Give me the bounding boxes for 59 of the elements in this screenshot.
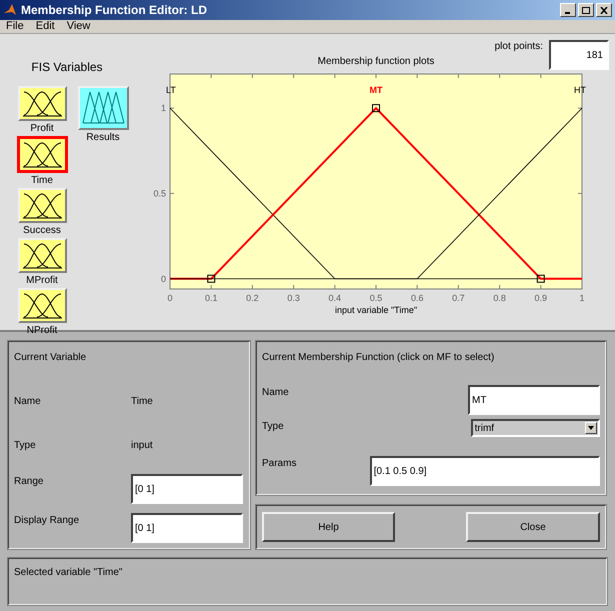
menu-item[interactable]: File: [6, 21, 24, 32]
field-value: input: [131, 439, 153, 453]
x-tick-label: 0.6: [410, 293, 424, 303]
field-label: Type: [262, 420, 285, 434]
x-tick-label: 0.8: [493, 293, 506, 303]
variable-label: Time: [31, 175, 53, 187]
status-bar: Selected variable "Time": [8, 558, 607, 605]
field-value: Time: [131, 395, 153, 409]
x-tick-label: 0.4: [328, 293, 342, 303]
x-tick-label: 0.5: [370, 293, 382, 303]
display-range-field[interactable]: [0 1]: [131, 513, 243, 543]
mf-label[interactable]: HT: [574, 85, 586, 95]
field-label: Name: [262, 386, 290, 400]
caret-icon: [588, 426, 594, 430]
app-logo-icon: [3, 3, 17, 17]
y-tick-label: 1: [160, 103, 166, 114]
panel-title: FIS Variables: [30, 59, 104, 76]
maximize-icon: [582, 6, 590, 14]
dialog-button[interactable]: Help: [262, 512, 395, 542]
variable-label: NProfit: [26, 325, 58, 337]
section-title: Current Variable: [14, 351, 88, 365]
menu-item[interactable]: View: [66, 21, 90, 32]
variable-label: Profit: [30, 123, 54, 135]
maximize-button[interactable]: [578, 3, 594, 17]
field-label: Display Range: [14, 514, 80, 528]
field-label: Name: [14, 395, 42, 409]
plot-points-field[interactable]: 181: [549, 40, 609, 70]
y-tick-label: 0.5: [153, 188, 166, 198]
close-button[interactable]: [596, 3, 612, 17]
minimize-button[interactable]: [560, 3, 576, 17]
close-icon: [600, 6, 608, 14]
window-title: Membership Function Editor: LD: [21, 2, 208, 19]
dialog-button[interactable]: Close: [466, 512, 600, 542]
variable-button[interactable]: [16, 136, 68, 173]
mf-label[interactable]: LT: [166, 85, 176, 95]
params-field[interactable]: [0.1 0.5 0.9]: [370, 456, 600, 486]
field-label: plot points:: [494, 40, 543, 54]
x-tick-label: 1: [580, 293, 584, 303]
menu-item[interactable]: Edit: [36, 21, 55, 32]
field-label: Range: [14, 475, 44, 489]
range-field[interactable]: [0 1]: [131, 474, 243, 504]
x-tick-label: 0.7: [452, 293, 465, 303]
x-tick-label: 0.3: [287, 293, 300, 303]
x-tick-label: 0: [168, 293, 172, 303]
variable-label: Success: [23, 225, 61, 237]
field-label: Params: [262, 457, 298, 471]
variable-label: MProfit: [26, 275, 58, 287]
x-tick-label: 0.1: [204, 293, 218, 303]
section-title: Current Membership Function (click on MF to select): [262, 351, 496, 365]
axis-label: input variable "Time": [334, 305, 418, 315]
chart-title: Membership function plots: [316, 56, 436, 68]
name-field[interactable]: MT: [468, 385, 600, 415]
field-label: Type: [14, 439, 37, 453]
variable-label: Results: [86, 132, 120, 144]
x-tick-label: 0.2: [246, 293, 259, 303]
type-dropdown[interactable]: trimf: [470, 419, 600, 437]
y-tick-label: 0: [160, 274, 166, 284]
x-tick-label: 0.9: [534, 293, 548, 303]
mf-label[interactable]: MT: [370, 85, 382, 95]
